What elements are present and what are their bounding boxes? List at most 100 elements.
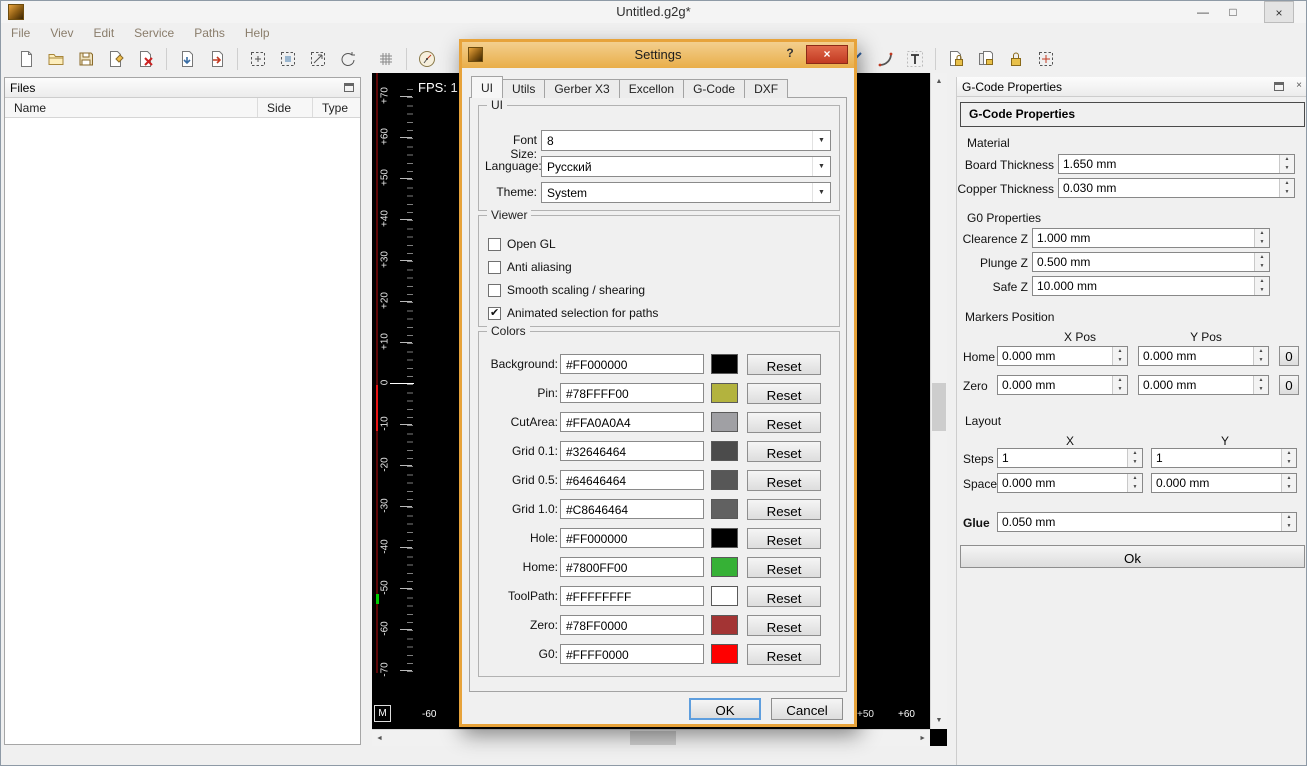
vertical-scrollbar-thumb[interactable] — [932, 383, 946, 431]
color-hex-input[interactable]: #C8646464 — [560, 499, 704, 519]
files-list[interactable] — [5, 118, 360, 744]
color-swatch[interactable] — [711, 528, 738, 548]
float-panel-icon[interactable] — [1274, 82, 1284, 91]
title-bar[interactable]: Untitled.g2g* — □ × — [1, 1, 1306, 23]
zero-y-spinbox[interactable]: 0.000 mm — [1138, 375, 1269, 395]
scroll-right-icon[interactable]: ► — [919, 735, 926, 742]
new-file-button[interactable] — [13, 46, 39, 72]
spinner-buttons[interactable] — [1279, 179, 1294, 197]
color-swatch[interactable] — [711, 644, 738, 664]
menu-service[interactable]: Service — [132, 24, 184, 42]
color-swatch[interactable] — [711, 586, 738, 606]
space-x-spinbox[interactable]: 0.000 mm — [997, 473, 1143, 493]
scroll-left-icon[interactable]: ◄ — [376, 735, 383, 742]
draw-text-button[interactable] — [902, 46, 928, 72]
open-gl-checkbox[interactable] — [488, 237, 501, 251]
maximize-button[interactable]: □ — [1218, 1, 1248, 23]
color-hex-input[interactable]: #FFFFFFFF — [560, 586, 704, 606]
tab-dxf[interactable]: DXF — [744, 79, 789, 98]
color-hex-input[interactable]: #FFA0A0A4 — [560, 412, 704, 432]
save-as-button[interactable] — [103, 46, 129, 72]
float-panel-icon[interactable] — [344, 83, 354, 92]
glue-spinbox[interactable]: 0.050 mm — [997, 512, 1297, 532]
color-swatch[interactable] — [711, 557, 738, 577]
gcode-ok-button[interactable]: Ok — [960, 545, 1305, 568]
color-swatch[interactable] — [711, 499, 738, 519]
color-swatch[interactable] — [711, 470, 738, 490]
spinner-buttons[interactable] — [1281, 474, 1296, 492]
color-hex-input[interactable]: #7800FF00 — [560, 557, 704, 577]
color-hex-input[interactable]: #32646464 — [560, 441, 704, 461]
board-thickness-spinbox[interactable]: 1.650 mm — [1058, 154, 1295, 174]
scroll-down-icon[interactable]: ▼ — [931, 717, 947, 724]
space-y-spinbox[interactable]: 0.000 mm — [1151, 473, 1297, 493]
menu-view[interactable]: Viev — [48, 24, 83, 42]
color-hex-input[interactable]: #FFFF0000 — [560, 644, 704, 664]
color-hex-input[interactable]: #FF000000 — [560, 354, 704, 374]
copper-thickness-spinbox[interactable]: 0.030 mm — [1058, 178, 1295, 198]
color-hex-input[interactable]: #64646464 — [560, 470, 704, 490]
spinner-buttons[interactable] — [1281, 513, 1296, 531]
reset-button[interactable]: Reset — [747, 557, 821, 578]
language-combobox[interactable]: Русский ▼ — [541, 156, 831, 177]
menu-file[interactable]: File — [9, 24, 40, 42]
zero-x-spinbox[interactable]: 0.000 mm — [997, 375, 1128, 395]
tab-utils[interactable]: Utils — [502, 79, 546, 98]
safe-z-spinbox[interactable]: 10.000 mm — [1032, 276, 1270, 296]
spinner-buttons[interactable] — [1254, 253, 1269, 271]
spinner-buttons[interactable] — [1253, 376, 1268, 394]
dialog-close-button[interactable]: × — [806, 45, 848, 64]
smooth-scaling-checkbox[interactable] — [488, 283, 501, 297]
theme-combobox[interactable]: System ▼ — [541, 182, 831, 203]
plunge-z-spinbox[interactable]: 0.500 mm — [1032, 252, 1270, 272]
close-document-button[interactable] — [133, 46, 159, 72]
steps-y-spinbox[interactable]: 1 — [1151, 448, 1297, 468]
measure-tool-button[interactable] — [414, 46, 440, 72]
reset-button[interactable]: Reset — [747, 412, 821, 433]
reset-button[interactable]: Reset — [747, 354, 821, 375]
horizontal-scrollbar[interactable]: ◄ ► — [372, 729, 930, 746]
tab-gcode[interactable]: G-Code — [683, 79, 746, 98]
minimize-button[interactable]: — — [1188, 1, 1218, 23]
export-button[interactable] — [204, 46, 230, 72]
color-hex-input[interactable]: #78FFFF00 — [560, 383, 704, 403]
tab-gerber-x3[interactable]: Gerber X3 — [544, 79, 620, 98]
reset-button[interactable]: Reset — [747, 528, 821, 549]
column-side[interactable]: Side — [258, 98, 313, 117]
spinner-buttons[interactable] — [1112, 376, 1127, 394]
paste-locked-button[interactable] — [973, 46, 999, 72]
reset-button[interactable]: Reset — [747, 383, 821, 404]
dialog-cancel-button[interactable]: Cancel — [771, 698, 843, 720]
vertical-scrollbar[interactable]: ▲ ▼ — [930, 73, 947, 729]
reset-button[interactable]: Reset — [747, 615, 821, 636]
spinner-buttons[interactable] — [1253, 347, 1268, 365]
color-swatch[interactable] — [711, 383, 738, 403]
select-rect-button[interactable] — [275, 46, 301, 72]
save-button[interactable] — [73, 46, 99, 72]
menu-help[interactable]: Help — [243, 24, 280, 42]
dialog-title-bar[interactable]: Settings ? × — [462, 42, 854, 68]
spinner-buttons[interactable] — [1281, 449, 1296, 467]
spinner-buttons[interactable] — [1254, 229, 1269, 247]
horizontal-scrollbar-thumb[interactable] — [630, 731, 676, 745]
color-swatch[interactable] — [711, 412, 738, 432]
home-x-spinbox[interactable]: 0.000 mm — [997, 346, 1128, 366]
close-button[interactable]: × — [1264, 1, 1294, 23]
close-panel-icon[interactable]: × — [1296, 80, 1302, 91]
draw-arc-button[interactable] — [872, 46, 898, 72]
menu-paths[interactable]: Paths — [192, 24, 235, 42]
steps-x-spinbox[interactable]: 1 — [997, 448, 1143, 468]
reset-button[interactable]: Reset — [747, 441, 821, 462]
column-name[interactable]: Name — [5, 98, 258, 117]
spinner-buttons[interactable] — [1127, 474, 1142, 492]
menu-edit[interactable]: Edit — [91, 24, 124, 42]
clearence-z-spinbox[interactable]: 1.000 mm — [1032, 228, 1270, 248]
resize-selection-button[interactable] — [305, 46, 331, 72]
color-hex-input[interactable]: #78FF0000 — [560, 615, 704, 635]
zero-zero-button[interactable]: 0 — [1279, 375, 1299, 395]
lock-button[interactable] — [1003, 46, 1029, 72]
font-size-combobox[interactable]: 8 ▼ — [541, 130, 831, 151]
select-move-button[interactable] — [245, 46, 271, 72]
color-swatch[interactable] — [711, 615, 738, 635]
grid-snap-button[interactable] — [373, 46, 399, 72]
